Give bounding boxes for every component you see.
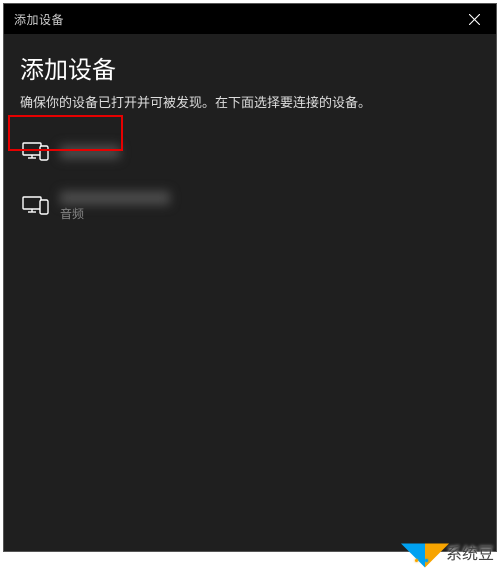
device-subtext: 音频 — [60, 207, 170, 221]
device-item-0[interactable] — [22, 135, 480, 169]
device-icon — [22, 195, 50, 217]
device-item-1[interactable]: 音频 — [22, 185, 480, 227]
device-icon — [22, 141, 50, 163]
dialog-subtext: 确保你的设备已打开并可被发现。在下面选择要连接的设备。 — [20, 93, 480, 113]
dialog-content: 添加设备 确保你的设备已打开并可被发现。在下面选择要连接的设备。 — [4, 34, 496, 255]
dialog-heading: 添加设备 — [20, 50, 480, 85]
device-name — [60, 191, 170, 205]
close-icon — [469, 14, 480, 25]
titlebar: 添加设备 — [4, 4, 496, 34]
add-device-dialog: 添加设备 添加设备 确保你的设备已打开并可被发现。在下面选择要连接的设备。 — [3, 3, 497, 552]
device-text — [60, 145, 120, 159]
device-name — [60, 145, 120, 159]
window-title: 添加设备 — [14, 11, 64, 28]
device-text: 音频 — [60, 191, 170, 221]
device-list: 音频 — [22, 135, 480, 227]
close-button[interactable] — [452, 4, 496, 34]
